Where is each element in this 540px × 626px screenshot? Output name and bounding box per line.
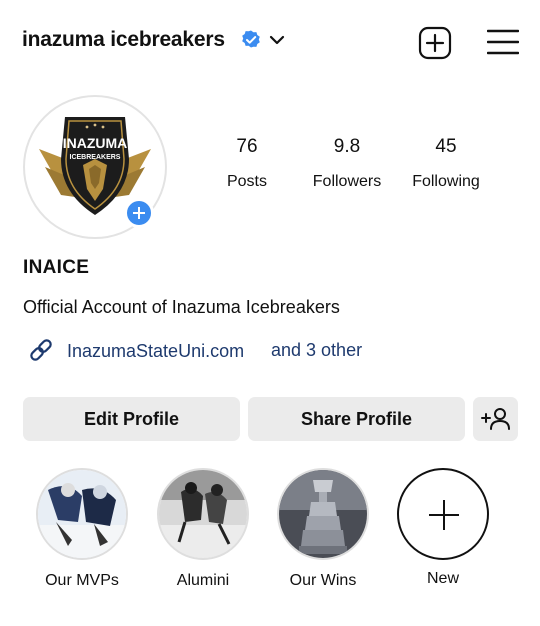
username[interactable]: inazuma icebreakers [22, 28, 225, 52]
highlight-our-mvps[interactable]: Our MVPs [34, 468, 130, 590]
stat-followers[interactable]: 9.8 Followers [297, 135, 397, 192]
highlight-our-wins[interactable]: Our Wins [275, 468, 371, 590]
chevron-down-icon[interactable] [268, 33, 286, 47]
highlight-label: Our MVPs [45, 572, 119, 589]
highlight-cover [36, 468, 128, 560]
highlight-alumini[interactable]: Alumini [155, 468, 251, 590]
add-story-plus-icon[interactable] [124, 198, 154, 228]
posts-label: Posts [226, 173, 267, 190]
posts-count: 76 [236, 136, 258, 157]
bio-link[interactable]: InazumaStateUni.com [67, 341, 244, 362]
more-links[interactable]: and 3 other [271, 340, 362, 361]
highlight-label: Alumini [176, 572, 230, 589]
highlight-new[interactable]: New [395, 468, 491, 588]
highlight-cover [277, 468, 369, 560]
top-bar: inazuma icebreakers [0, 0, 540, 84]
add-person-icon [481, 408, 510, 430]
stat-following[interactable]: 45 Following [396, 135, 496, 192]
followers-label: Followers [312, 173, 382, 190]
bio-text: Official Account of Inazuma Icebreakers [23, 297, 340, 317]
following-count: 45 [435, 136, 457, 157]
highlight-label: Our Wins [289, 572, 357, 589]
followers-count: 9.8 [333, 136, 361, 157]
link-icon [30, 339, 52, 361]
logo-text-top: INAZUMA [63, 135, 128, 151]
verified-badge-icon [242, 30, 260, 48]
following-label: Following [412, 173, 480, 190]
share-profile-button[interactable]: Share Profile [248, 397, 465, 441]
logo-text-bottom: ICEBREAKERS [70, 154, 121, 161]
hamburger-menu-icon[interactable] [487, 28, 519, 56]
display-name: INAICE [23, 257, 90, 278]
plus-square-icon[interactable] [418, 26, 452, 60]
new-highlight-plus-icon [397, 468, 489, 560]
highlight-label: New [426, 570, 459, 587]
stat-posts[interactable]: 76 Posts [197, 135, 297, 192]
highlight-cover [157, 468, 249, 560]
edit-profile-button[interactable]: Edit Profile [23, 397, 240, 441]
add-person-button[interactable] [473, 397, 518, 441]
